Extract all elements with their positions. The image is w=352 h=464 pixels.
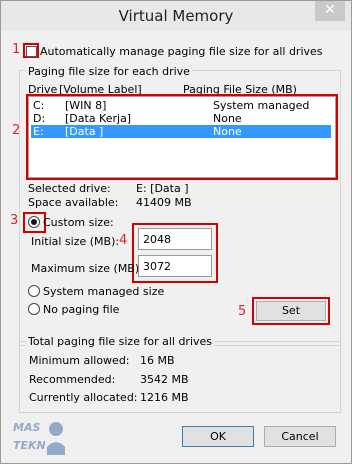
no-paging-radio[interactable] [28, 303, 40, 315]
totals-group-title: Total paging file size for all drives [26, 335, 215, 348]
virtual-memory-dialog: Virtual Memory ✕ 1 Automatically manage … [0, 0, 352, 464]
custom-size-label: Custom size: [43, 216, 114, 229]
annotation-4: 4 [119, 233, 128, 248]
set-button[interactable]: Set [256, 301, 326, 321]
close-button[interactable]: ✕ [315, 1, 345, 21]
initial-size-input[interactable]: 2048 [138, 228, 212, 250]
svg-text:TEKN: TEKN [13, 439, 46, 452]
radio-selected-dot [31, 219, 37, 225]
initial-size-label: Initial size (MB): [31, 235, 120, 248]
space-available-label: Space available: [28, 196, 119, 209]
recommended-value: 3542 MB [140, 373, 189, 386]
currently-allocated-value: 1216 MB [140, 391, 189, 404]
svg-text:MAS: MAS [13, 421, 40, 434]
no-paging-label: No paging file [43, 303, 120, 316]
annotation-5: 5 [238, 304, 247, 319]
minimum-allowed-label: Minimum allowed: [29, 354, 130, 367]
watermark-logo: MAS TEKN [13, 421, 65, 455]
custom-size-radio[interactable] [28, 216, 40, 228]
selected-drive-value: E: [Data ] [136, 182, 189, 195]
auto-manage-label: Automatically manage paging file size fo… [40, 45, 323, 58]
annotation-3: 3 [10, 213, 19, 228]
currently-allocated-label: Currently allocated: [29, 391, 138, 404]
recommended-label: Recommended: [29, 373, 116, 386]
paging-group-title: Paging file size for each drive [26, 65, 192, 78]
annotation-1: 1 [12, 42, 21, 57]
title-bar: Virtual Memory ✕ [1, 1, 351, 31]
ok-button[interactable]: OK [182, 426, 254, 447]
minimum-allowed-value: 16 MB [140, 354, 175, 367]
window-title: Virtual Memory [118, 7, 234, 25]
maximum-size-input[interactable]: 3072 [138, 255, 212, 277]
system-managed-label: System managed size [43, 285, 165, 298]
selected-drive-label: Selected drive: [28, 182, 111, 195]
auto-manage-checkbox[interactable] [26, 46, 37, 57]
annotation-2: 2 [12, 123, 21, 138]
space-available-value: 41409 MB [136, 196, 192, 209]
system-managed-radio[interactable] [28, 285, 40, 297]
cancel-button[interactable]: Cancel [264, 426, 336, 447]
maximum-size-label: Maximum size (MB): [31, 262, 143, 275]
annotation-box-2 [26, 94, 338, 180]
